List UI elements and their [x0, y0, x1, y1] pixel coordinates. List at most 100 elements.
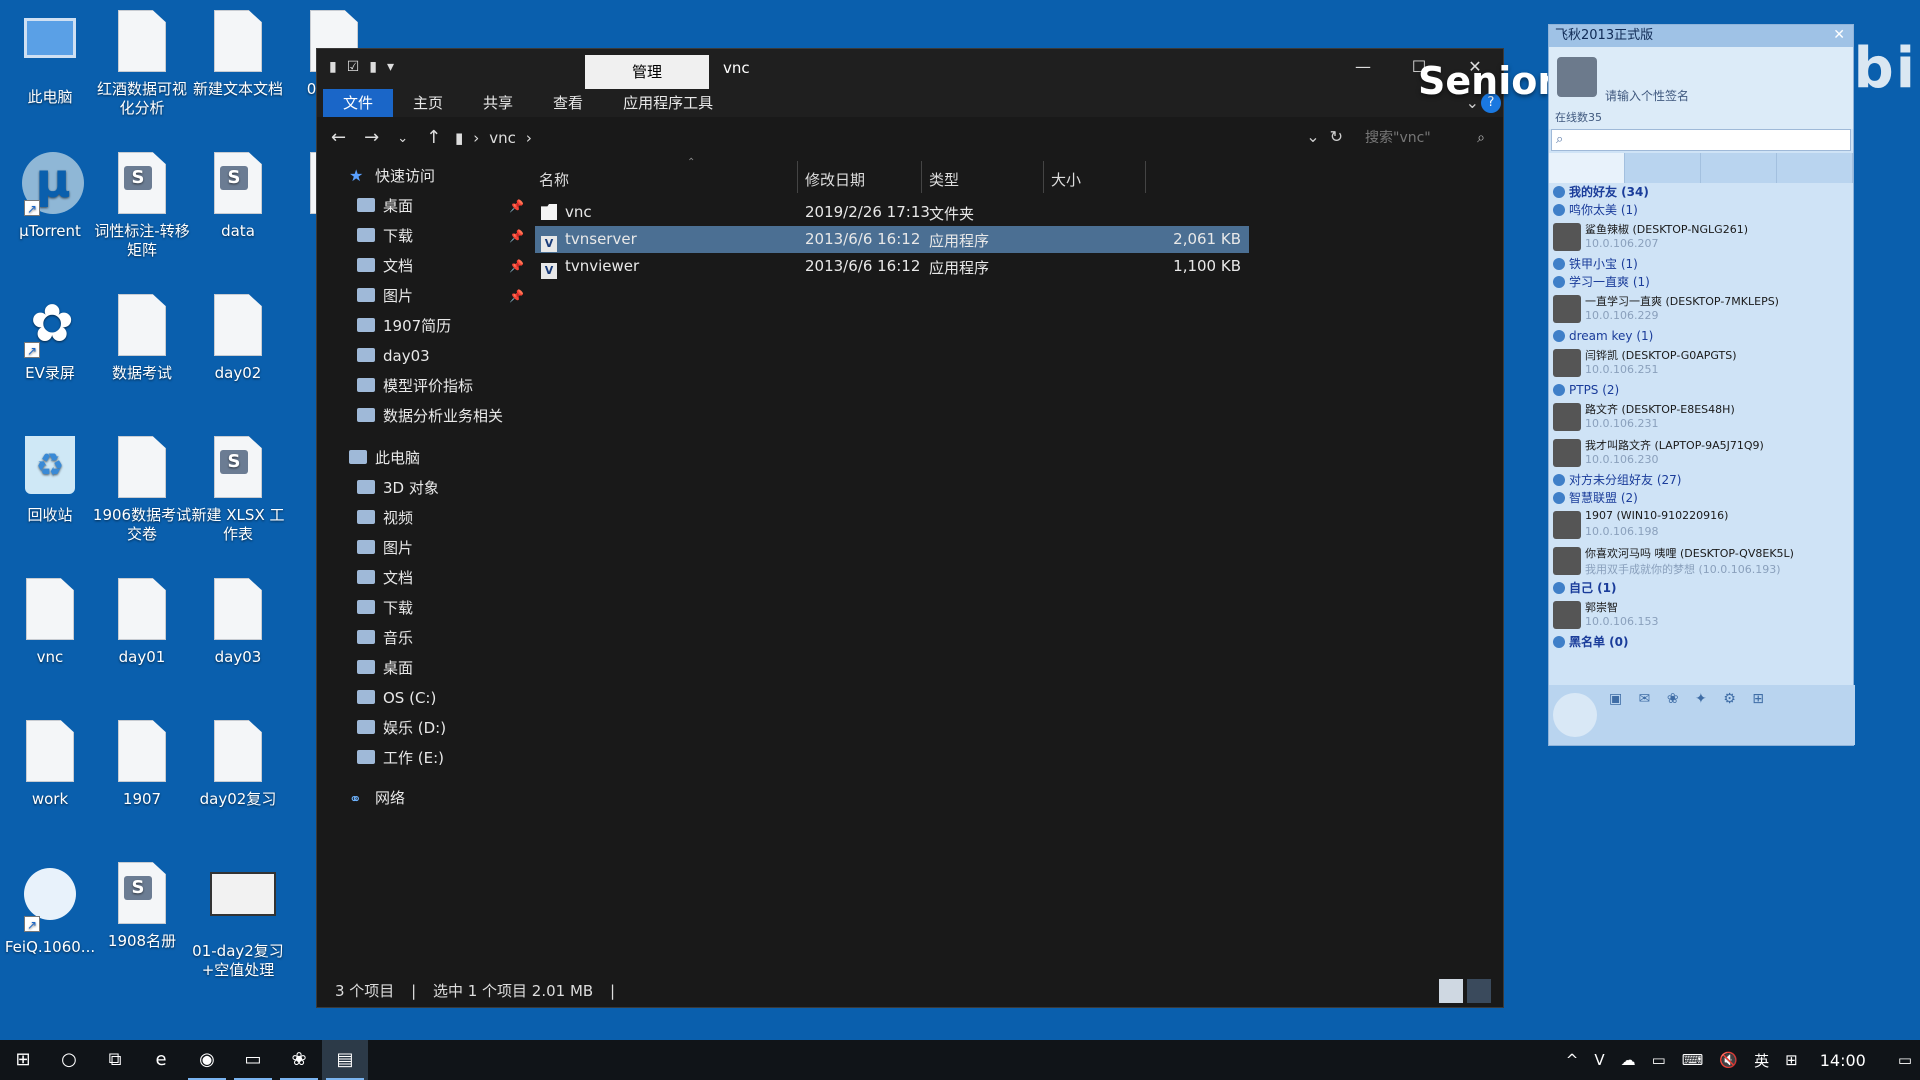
tab-groups[interactable] [1625, 153, 1701, 183]
desktop-icon[interactable]: µ ↗ µTorrent [0, 152, 100, 241]
nav-item[interactable]: 视频 [357, 503, 413, 533]
feiq-title[interactable]: 飞秋2013正式版 [1549, 25, 1853, 47]
column-header-modified[interactable]: 修改日期 [805, 169, 865, 190]
recent-chevron-icon[interactable]: ⌄ [397, 127, 408, 151]
nav-item[interactable]: ⚭ 网络 [349, 783, 405, 813]
chevron-down-icon[interactable]: ▾ [387, 59, 394, 75]
contact-item[interactable]: 鲨鱼辣椒 (DESKTOP-NGLG261) 10.0.106.207 [1549, 219, 1855, 255]
desktop-icon[interactable]: ♻ 回收站 [0, 436, 100, 525]
tray-icon[interactable]: ⌨ [1682, 1051, 1704, 1069]
tray-icon[interactable]: 🔇 [1719, 1051, 1738, 1069]
title-bar[interactable]: ▮ ☑ ▮ ▾ 管理 vnc — ☐ ✕ [317, 49, 1503, 89]
properties-icon[interactable]: ☑ [347, 59, 360, 75]
nav-item[interactable]: ★ 快速访问 [349, 161, 435, 191]
column-header-name[interactable]: 名称 [539, 169, 569, 190]
nav-item[interactable]: 桌面 [357, 653, 413, 683]
desktop-icon[interactable]: 1906数据考试交卷 [92, 436, 192, 544]
nav-item[interactable]: 工作 (E:) [357, 743, 444, 773]
nav-item[interactable]: 图片 [357, 533, 413, 563]
chevron-down-icon[interactable]: ⌄ [1306, 127, 1319, 146]
desktop-icon[interactable]: day03 [188, 578, 288, 667]
nav-item[interactable]: 1907简历 [357, 311, 451, 341]
contact-group[interactable]: 黑名单 (0) [1549, 633, 1629, 651]
clock[interactable]: 14:00 [1820, 1051, 1866, 1070]
nav-item[interactable]: 数据分析业务相关 [357, 401, 503, 431]
contact-group[interactable]: 鸣你太美 (1) [1549, 201, 1638, 219]
new-folder-icon[interactable]: ▮ [369, 59, 377, 75]
contact-item[interactable]: 你喜欢河马吗 咦哩 (DESKTOP-QV8EK5L) 我用双手成就你的梦想 (1… [1549, 543, 1855, 579]
ribbon-tab[interactable]: 共享 [463, 89, 533, 117]
nav-item[interactable]: 此电脑 [349, 443, 420, 473]
signature-field[interactable]: 请输入个性签名 [1605, 87, 1689, 104]
contact-item[interactable]: 1907 (WIN10-910220916) 10.0.106.198 [1549, 507, 1855, 543]
column-header-type[interactable]: 类型 [929, 169, 959, 190]
tab-recent[interactable] [1777, 153, 1853, 183]
pin-icon[interactable]: 📌 [509, 251, 524, 281]
nav-item[interactable]: 桌面 📌 [357, 191, 524, 221]
forward-arrow-icon[interactable]: → [364, 127, 379, 151]
desktop-icon[interactable]: 新建 XLSX 工作表 [188, 436, 288, 544]
feiq-button[interactable]: ❀ [276, 1040, 322, 1080]
ribbon-tab[interactable]: 主页 [393, 89, 463, 117]
edge-button[interactable]: e [138, 1040, 184, 1080]
details-view-icon[interactable] [1439, 979, 1463, 1003]
tray-icon[interactable]: ☁ [1621, 1051, 1636, 1069]
desktop-icon[interactable]: ↗ FeiQ.1060... [0, 862, 100, 957]
file-explorer-button[interactable]: ▤ [322, 1040, 368, 1080]
nav-item[interactable]: day03 [357, 341, 430, 371]
chrome-button[interactable]: ◉ [184, 1040, 230, 1080]
desktop-icon[interactable]: 词性标注-转移矩阵 [92, 152, 192, 260]
column-divider[interactable] [921, 161, 922, 193]
ribbon-tab[interactable]: 应用程序工具 [603, 89, 733, 117]
breadcrumb-item[interactable]: vnc [489, 129, 516, 147]
table-row[interactable]: Vtvnserver 2013/6/6 16:12 应用程序 2,061 KB [535, 226, 1249, 253]
search-input[interactable]: 搜索"vnc" ⌕ [1351, 125, 1491, 151]
tray-icon[interactable]: ^ [1566, 1051, 1579, 1069]
nav-item[interactable]: 下载 📌 [357, 221, 524, 251]
pin-icon[interactable]: 📌 [509, 281, 524, 311]
feiq-close-icon[interactable]: ✕ [1833, 27, 1845, 43]
contact-group[interactable]: 自己 (1) [1549, 579, 1617, 597]
desktop-icon[interactable]: data [188, 152, 288, 241]
up-arrow-icon[interactable]: ↑ [426, 127, 441, 151]
contact-group[interactable]: 对方未分组好友 (27) [1549, 471, 1681, 489]
desktop-icon[interactable]: vnc [0, 578, 100, 667]
contact-item[interactable]: 路文齐 (DESKTOP-E8ES48H) 10.0.106.231 [1549, 399, 1855, 435]
contact-item[interactable]: 闫铧凯 (DESKTOP-G0APGTS) 10.0.106.251 [1549, 345, 1855, 381]
desktop-icon[interactable]: 01-day2复习+空值处理 [188, 862, 288, 980]
pin-icon[interactable]: 📌 [509, 191, 524, 221]
desktop-icon[interactable]: 红酒数据可视化分析 [92, 10, 192, 118]
refresh-icon[interactable]: ↻ [1330, 127, 1343, 146]
ribbon-context-tab-manage[interactable]: 管理 [585, 55, 709, 89]
avatar[interactable] [1557, 57, 1597, 97]
desktop-icon[interactable]: day01 [92, 578, 192, 667]
start-button[interactable]: ⊞ [0, 1040, 46, 1080]
pin-icon[interactable]: 📌 [509, 221, 524, 251]
large-icons-view-icon[interactable] [1467, 979, 1491, 1003]
contact-group[interactable]: 学习一直爽 (1) [1549, 273, 1650, 291]
tray-icon[interactable]: ▭ [1652, 1051, 1666, 1069]
column-header-size[interactable]: 大小 [1051, 169, 1081, 190]
column-divider[interactable] [1043, 161, 1044, 193]
contact-group[interactable]: PTPS (2) [1549, 381, 1619, 399]
desktop-icon[interactable]: 新建文本文档 [188, 10, 288, 99]
contact-group[interactable]: 铁甲小宝 (1) [1549, 255, 1638, 273]
minimize-button[interactable]: — [1335, 49, 1391, 89]
desktop-icon[interactable]: day02 [188, 294, 288, 383]
notification-icon[interactable]: ▭ [1898, 1051, 1912, 1069]
contact-group[interactable]: dream key (1) [1549, 327, 1653, 345]
contact-group[interactable]: 智慧联盟 (2) [1549, 489, 1638, 507]
desktop-icon[interactable]: day02复习 [188, 720, 288, 809]
task-view-button[interactable]: ⧉ [92, 1040, 138, 1080]
breadcrumb[interactable]: ▮ › vnc › [455, 129, 532, 147]
contact-item[interactable]: 郭崇智 10.0.106.153 [1549, 597, 1855, 633]
tray-icon[interactable]: 英 [1754, 1050, 1769, 1071]
nav-item[interactable]: 文档 [357, 563, 413, 593]
desktop-icon[interactable]: 此电脑 [0, 10, 100, 107]
tray-icon[interactable]: V [1594, 1051, 1604, 1069]
nav-item[interactable]: 下载 [357, 593, 413, 623]
desktop-icon[interactable]: 1907 [92, 720, 192, 809]
tab-chat[interactable] [1549, 153, 1625, 183]
search-circle-button[interactable]: ○ [46, 1040, 92, 1080]
desktop-icon[interactable]: work [0, 720, 100, 809]
